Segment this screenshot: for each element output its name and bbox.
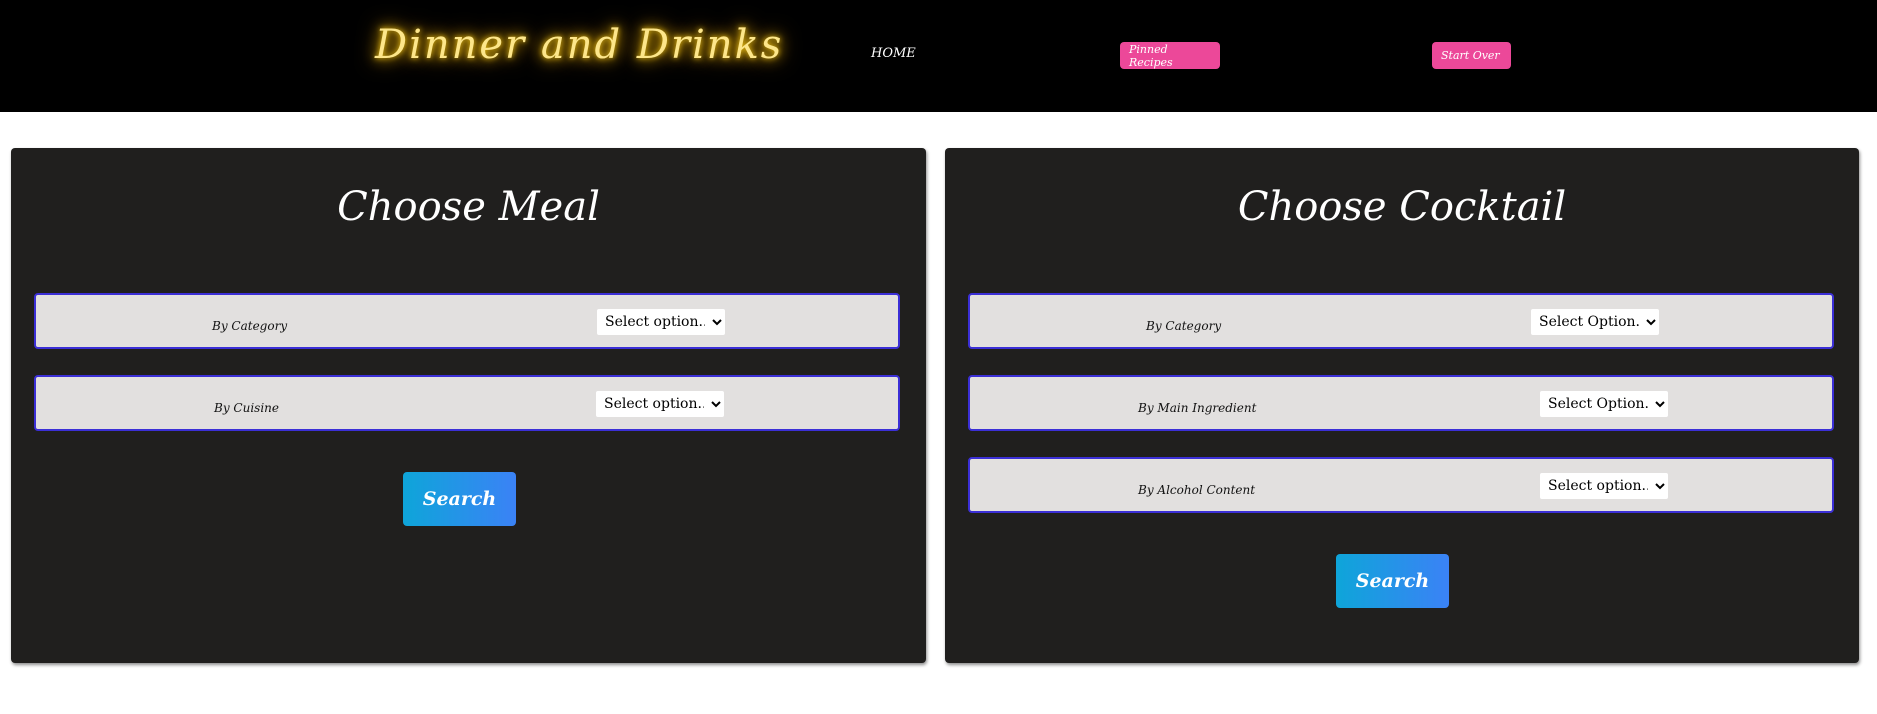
cocktail-alcohol-filter: By Alcohol Content Select option...: [968, 457, 1834, 513]
cocktail-alcohol-select[interactable]: Select option...: [1540, 473, 1668, 499]
cocktail-ingredient-label: By Main Ingredient: [1138, 401, 1257, 415]
cocktail-ingredient-select[interactable]: Select Option...: [1540, 391, 1668, 417]
choose-meal-panel: Choose Meal By Category Select option...…: [11, 148, 926, 663]
meal-panel-title: Choose Meal: [337, 184, 600, 230]
cocktail-panel-title: Choose Cocktail: [1237, 184, 1567, 230]
meal-cuisine-filter: By Cuisine Select option...: [34, 375, 900, 431]
nav-home-link[interactable]: HOME: [871, 46, 916, 61]
meal-category-label: By Category: [212, 319, 288, 333]
meal-category-select[interactable]: Select option...: [597, 309, 725, 335]
cocktail-alcohol-label: By Alcohol Content: [1138, 483, 1256, 497]
start-over-button[interactable]: Start Over: [1432, 42, 1511, 69]
choose-cocktail-panel: Choose Cocktail By Category Select Optio…: [945, 148, 1859, 663]
site-logo[interactable]: Dinner and Drinks: [375, 22, 783, 68]
cocktail-category-filter: By Category Select Option...: [968, 293, 1834, 349]
cocktail-search-button[interactable]: Search: [1336, 554, 1449, 608]
cocktail-category-label: By Category: [1146, 319, 1222, 333]
pinned-recipes-button[interactable]: Pinned Recipes: [1120, 42, 1220, 69]
meal-cuisine-label: By Cuisine: [214, 401, 279, 415]
cocktail-ingredient-filter: By Main Ingredient Select Option...: [968, 375, 1834, 431]
cocktail-category-select[interactable]: Select Option...: [1531, 309, 1659, 335]
meal-category-filter: By Category Select option...: [34, 293, 900, 349]
meal-search-button[interactable]: Search: [403, 472, 516, 526]
meal-cuisine-select[interactable]: Select option...: [596, 391, 724, 417]
navbar: Dinner and Drinks HOME Pinned Recipes St…: [0, 0, 1877, 112]
